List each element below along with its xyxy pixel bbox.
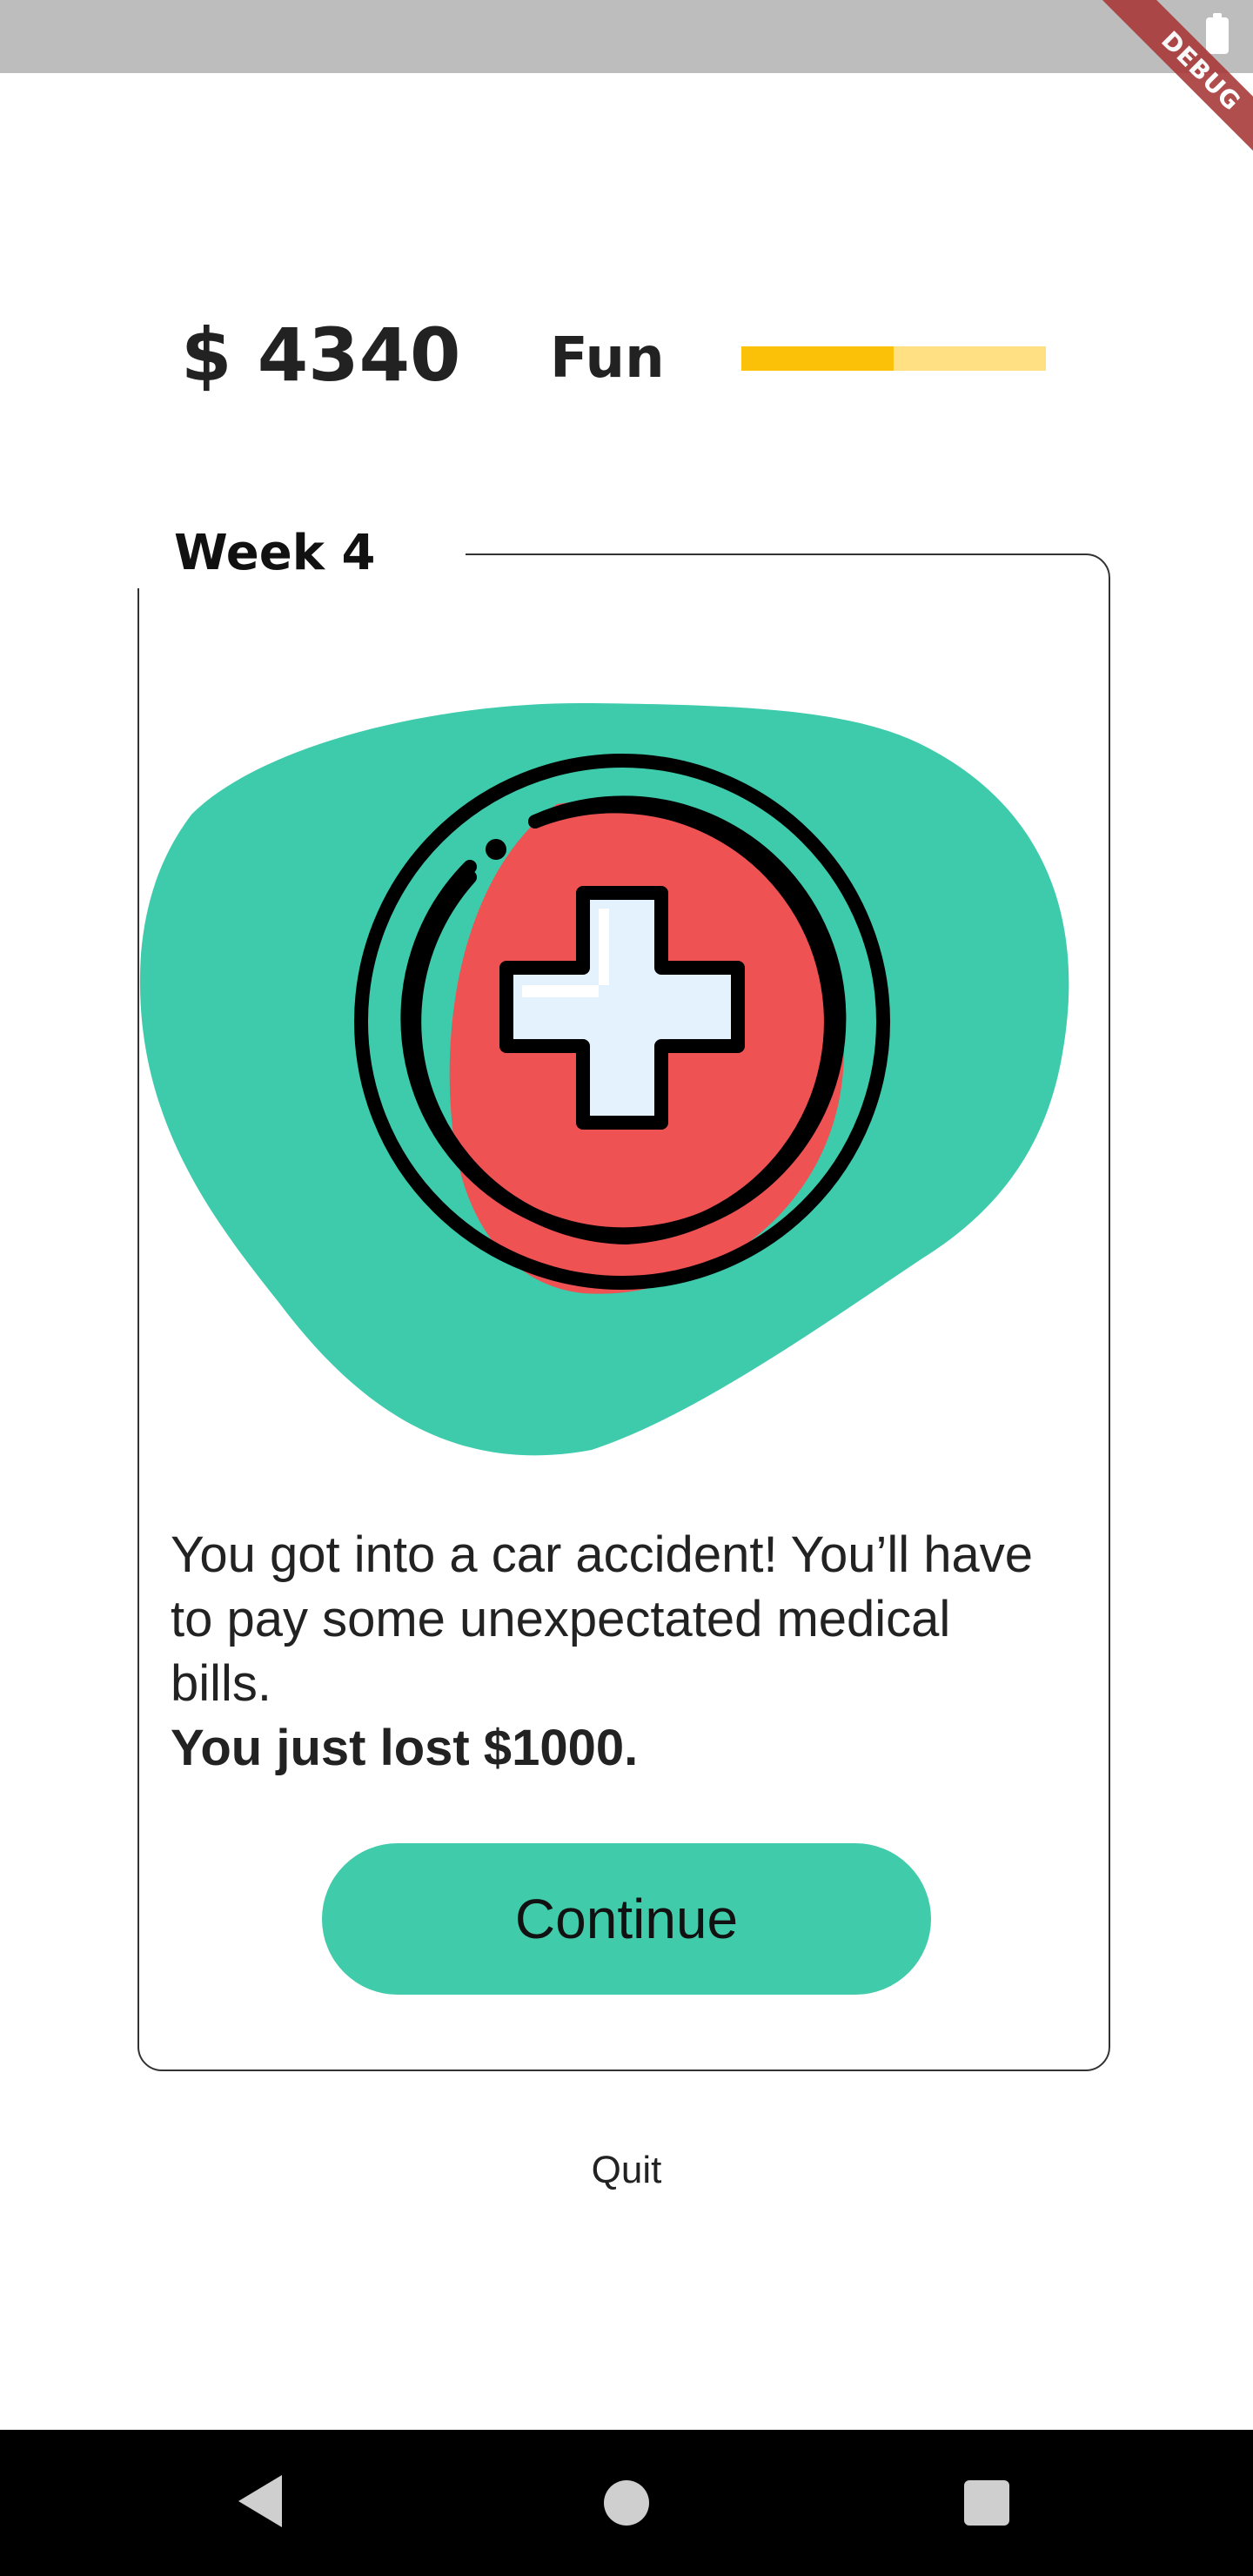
quit-button[interactable]: Quit: [539, 2143, 714, 2198]
balance-amount: $ 4340: [181, 312, 461, 398]
back-triangle-icon[interactable]: [238, 2475, 282, 2527]
event-message-loss: You just lost $1000.: [171, 1720, 639, 1776]
fun-progress-bar: [741, 346, 1046, 371]
event-message-text: You got into a car accident! You’ll have…: [171, 1526, 1034, 1712]
status-bar: [0, 0, 1253, 73]
medical-cross-icon: [139, 702, 1069, 1456]
event-message: You got into a car accident! You’ll have…: [171, 1523, 1041, 1781]
debug-banner-label: DEBUG: [1095, 0, 1253, 174]
fun-progress-fill: [741, 346, 894, 371]
card-title: Week 4: [84, 519, 466, 588]
fun-label: Fun: [550, 326, 665, 391]
debug-banner: DEBUG: [1079, 0, 1253, 174]
recents-square-icon[interactable]: [964, 2480, 1009, 2526]
navigation-bar: [0, 2430, 1253, 2576]
continue-button[interactable]: Continue: [322, 1843, 931, 1995]
home-circle-icon[interactable]: [604, 2480, 649, 2526]
